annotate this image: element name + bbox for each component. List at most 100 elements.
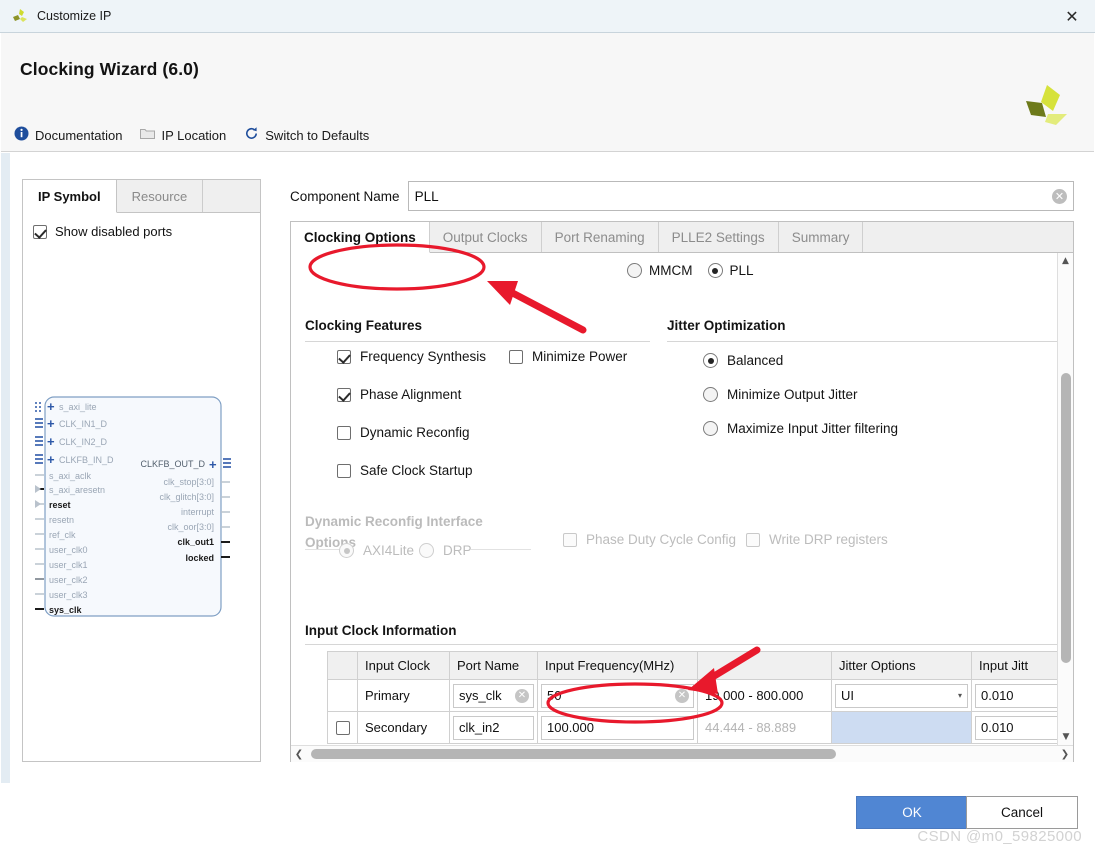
row-primary-port-name-cell[interactable]: sys_clk ✕ — [449, 679, 538, 712]
input-clock-table: Input Clock Port Name Input Frequency(MH… — [327, 651, 1068, 744]
checkbox-dynamic-reconfig-label: Dynamic Reconfig — [360, 425, 470, 440]
input-jitter-input[interactable]: 0.010 — [975, 715, 1064, 740]
component-name-input[interactable] — [408, 183, 1073, 209]
col-port-name: Port Name — [449, 651, 538, 680]
svg-text:locked: locked — [185, 553, 214, 563]
radio-minimize-output-jitter[interactable]: Minimize Output Jitter — [703, 387, 858, 402]
svg-text:+: + — [47, 399, 55, 414]
horizontal-scrollbar[interactable]: ❮ ❯ — [291, 745, 1073, 762]
row-primary-frequency-range: 19.000 - 800.000 — [697, 679, 832, 712]
checkbox-dynamic-reconfig[interactable]: Dynamic Reconfig — [337, 425, 470, 440]
show-disabled-ports-checkbox[interactable]: Show disabled ports — [33, 224, 172, 239]
svg-text:CLK_IN2_D: CLK_IN2_D — [59, 437, 108, 447]
ip-symbol-diagram: + s_axi_lite + CLK_IN1_D + CLK_IN2_D + C… — [33, 395, 251, 635]
horizontal-scroll-track[interactable] — [307, 746, 1057, 762]
tab-ip-symbol-label: IP Symbol — [38, 188, 101, 204]
cancel-button[interactable]: Cancel — [966, 796, 1078, 829]
checkbox-box — [509, 349, 523, 364]
jitter-options-value: UI — [841, 688, 854, 703]
clear-circle-icon[interactable]: ✕ — [515, 688, 529, 703]
row-secondary-input-frequency-cell[interactable]: 100.000 — [537, 711, 698, 744]
col-input-frequency: Input Frequency(MHz) — [537, 651, 698, 680]
close-icon[interactable]: ✕ — [1049, 0, 1095, 32]
tab-clocking-options[interactable]: Clocking Options — [291, 222, 430, 253]
tab-plle2-settings[interactable]: PLLE2 Settings — [659, 222, 779, 252]
input-frequency-input[interactable]: 100.000 — [541, 715, 694, 740]
checkbox-safe-clock-startup[interactable]: Safe Clock Startup — [337, 463, 473, 478]
vertical-scrollbar[interactable]: ▲ ▼ — [1057, 253, 1073, 745]
checkbox-box — [33, 224, 47, 239]
input-jitter-input[interactable]: 0.010 — [975, 683, 1064, 708]
clear-circle-icon[interactable]: ✕ — [675, 688, 689, 703]
tab-ip-symbol[interactable]: IP Symbol — [23, 180, 117, 213]
checkbox-phase-alignment[interactable]: Phase Alignment — [337, 387, 461, 402]
svg-text:resetn: resetn — [49, 515, 74, 525]
radio-balanced[interactable]: Balanced — [703, 353, 783, 368]
checkbox-phase-duty-cycle-config: Phase Duty Cycle Config — [563, 532, 736, 547]
radio-pll-label[interactable]: PLL — [730, 263, 754, 278]
documentation-link[interactable]: Documentation — [14, 126, 122, 144]
jitter-options-select[interactable]: UI ▾ — [835, 683, 968, 708]
col-input-clock: Input Clock — [357, 651, 450, 680]
row-primary-input-jitter-cell[interactable]: 0.010 — [971, 679, 1068, 712]
refresh-icon — [244, 126, 259, 144]
row-secondary-jitter-options-cell[interactable] — [831, 711, 972, 744]
scroll-up-icon[interactable]: ▲ — [1058, 253, 1073, 269]
ok-button[interactable]: OK — [856, 796, 968, 829]
row-primary-jitter-options-cell[interactable]: UI ▾ — [831, 679, 972, 712]
vertical-scroll-thumb[interactable] — [1061, 373, 1071, 663]
switch-to-defaults-link[interactable]: Switch to Defaults — [244, 126, 369, 144]
port-name-input[interactable]: sys_clk ✕ — [453, 683, 534, 708]
ip-location-link[interactable]: IP Location — [140, 127, 226, 143]
left-tabstrip-filler — [203, 180, 260, 212]
horizontal-scroll-thumb[interactable] — [311, 749, 836, 759]
row-secondary-port-name-cell[interactable]: clk_in2 — [449, 711, 538, 744]
scroll-right-icon[interactable]: ❯ — [1057, 749, 1073, 760]
left-panel-tabstrip: IP Symbol Resource — [23, 180, 260, 213]
checkbox-frequency-synthesis[interactable]: Frequency Synthesis — [337, 349, 486, 364]
radio-axi4lite: AXI4Lite — [339, 543, 414, 558]
radio-mmcm-label[interactable]: MMCM — [649, 263, 693, 278]
radio-maximize-input-jitter-filtering[interactable]: Maximize Input Jitter filtering — [703, 421, 898, 436]
tab-port-renaming-label: Port Renaming — [554, 229, 645, 245]
checkbox-phase-alignment-label: Phase Alignment — [360, 387, 462, 402]
checkbox-minimize-power-label: Minimize Power — [532, 349, 628, 364]
radio-minimize-output-jitter-label: Minimize Output Jitter — [727, 387, 858, 402]
table-row[interactable]: Primary sys_clk ✕ 50 ✕ 19.000 - 800.000 … — [327, 679, 1068, 712]
documentation-label: Documentation — [35, 127, 123, 143]
tab-plle2-settings-label: PLLE2 Settings — [671, 229, 765, 245]
tab-summary[interactable]: Summary — [779, 222, 864, 252]
frequency-range-value: 44.444 - 88.889 — [705, 720, 797, 735]
scroll-left-icon[interactable]: ❮ — [291, 749, 307, 760]
options-tabstrip-filler — [863, 222, 1073, 252]
radio-pll[interactable] — [707, 263, 723, 278]
input-frequency-input[interactable]: 50 ✕ — [541, 683, 694, 708]
checkbox-frequency-synthesis-label: Frequency Synthesis — [360, 349, 487, 364]
clear-circle-icon[interactable]: ✕ — [1052, 189, 1067, 204]
checkbox-minimize-power[interactable]: Minimize Power — [509, 349, 627, 364]
row-secondary-input-jitter-cell[interactable]: 0.010 — [971, 711, 1068, 744]
scroll-down-icon[interactable]: ▼ — [1058, 729, 1073, 745]
input-clock-information-rule — [305, 644, 1057, 645]
table-row[interactable]: Secondary clk_in2 100.000 44.444 - 88.88… — [327, 711, 1068, 744]
svg-text:clk_out1: clk_out1 — [177, 537, 214, 547]
input-jitter-value: 0.010 — [981, 688, 1014, 703]
dynamic-reconfig-title-line1: Dynamic Reconfig Interface — [305, 514, 483, 529]
port-name-value: sys_clk — [459, 688, 502, 703]
row-secondary-checkbox-cell[interactable] — [327, 711, 358, 744]
enable-secondary-checkbox[interactable] — [335, 721, 350, 736]
radio-indicator — [339, 543, 354, 558]
checkbox-box — [337, 463, 351, 478]
svg-text:+: + — [47, 434, 55, 449]
checkbox-box — [746, 532, 760, 547]
checkbox-write-drp-registers-label: Write DRP registers — [769, 532, 888, 547]
row-primary-input-frequency-cell[interactable]: 50 ✕ — [537, 679, 698, 712]
port-name-input[interactable]: clk_in2 — [453, 715, 534, 740]
radio-mmcm[interactable] — [627, 263, 642, 278]
ip-location-label: IP Location — [161, 127, 227, 143]
checkbox-box — [337, 349, 351, 364]
tab-port-renaming[interactable]: Port Renaming — [542, 222, 659, 252]
tab-resource[interactable]: Resource — [117, 180, 204, 212]
component-name-field[interactable]: ✕ — [407, 181, 1074, 211]
tab-output-clocks[interactable]: Output Clocks — [430, 222, 542, 252]
